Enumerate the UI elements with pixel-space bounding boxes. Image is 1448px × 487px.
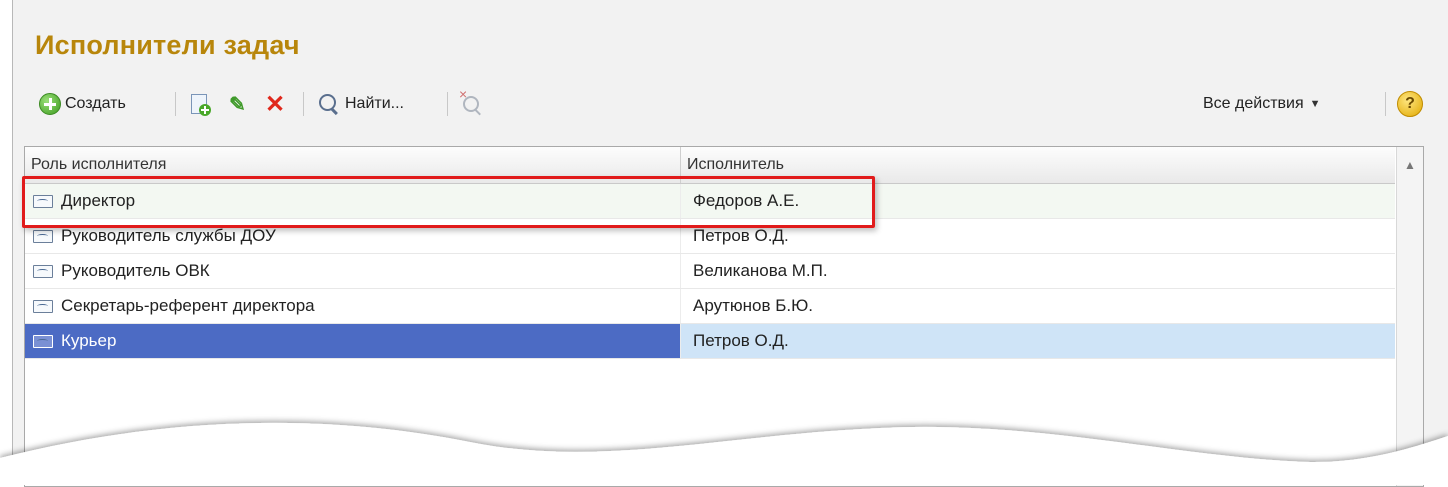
- pencil-icon: ✎: [229, 93, 246, 116]
- catalog-item-icon: [33, 299, 53, 313]
- create-button[interactable]: Создать: [39, 90, 126, 118]
- cell-role[interactable]: Секретарь-референт директора: [25, 289, 681, 323]
- scroll-up-arrow-icon[interactable]: ▲: [1397, 147, 1423, 183]
- copy-button[interactable]: [191, 90, 211, 118]
- cell-role[interactable]: Курьер: [25, 324, 681, 358]
- help-icon: ?: [1397, 91, 1423, 117]
- create-button-label: Создать: [65, 95, 126, 112]
- form-title: Исполнители задач: [35, 30, 300, 60]
- edit-button[interactable]: ✎: [229, 90, 246, 118]
- cell-role[interactable]: Руководитель ОВК: [25, 254, 681, 288]
- copy-add-icon: [191, 94, 211, 116]
- catalog-item-icon: [33, 334, 53, 348]
- toolbar-separator: [303, 92, 304, 116]
- find-button-label: Найти...: [345, 95, 404, 112]
- role-text: Секретарь-референт директора: [61, 296, 315, 315]
- toolbar-separator: [175, 92, 176, 116]
- delete-x-icon: ✕: [265, 90, 286, 118]
- role-text: Курьер: [61, 331, 117, 350]
- cancel-search-button[interactable]: [459, 86, 479, 118]
- torn-edge: [0, 422, 1448, 485]
- chevron-down-icon: ▼: [1309, 98, 1321, 110]
- cell-performer[interactable]: Великанова М.П.: [681, 254, 1395, 288]
- plus-circle-icon: [39, 93, 61, 115]
- all-actions-menu[interactable]: Все действия ▼: [1203, 90, 1321, 118]
- command-bar: Создать ✎ ✕ Найти... Все действия ▼ ?: [39, 86, 1435, 122]
- toolbar-separator: [447, 92, 448, 116]
- highlight-frame: [22, 176, 875, 228]
- search-icon: [319, 93, 336, 111]
- help-button[interactable]: ?: [1397, 90, 1423, 118]
- cancel-search-icon: [459, 86, 479, 112]
- catalog-item-icon: [33, 264, 53, 278]
- table-row[interactable]: Курьер Петров О.Д.: [25, 324, 1395, 359]
- catalog-item-icon: [33, 229, 53, 243]
- cell-performer[interactable]: Арутюнов Б.Ю.: [681, 289, 1395, 323]
- find-button[interactable]: Найти...: [319, 90, 404, 118]
- all-actions-label: Все действия: [1203, 95, 1304, 112]
- cell-performer[interactable]: Петров О.Д.: [681, 324, 1395, 358]
- role-text: Руководитель ОВК: [61, 261, 210, 280]
- table-row[interactable]: Секретарь-референт директора Арутюнов Б.Ю…: [25, 289, 1395, 324]
- toolbar-separator: [1385, 92, 1386, 116]
- delete-button[interactable]: ✕: [265, 90, 285, 118]
- table-row[interactable]: Руководитель ОВК Великанова М.П.: [25, 254, 1395, 289]
